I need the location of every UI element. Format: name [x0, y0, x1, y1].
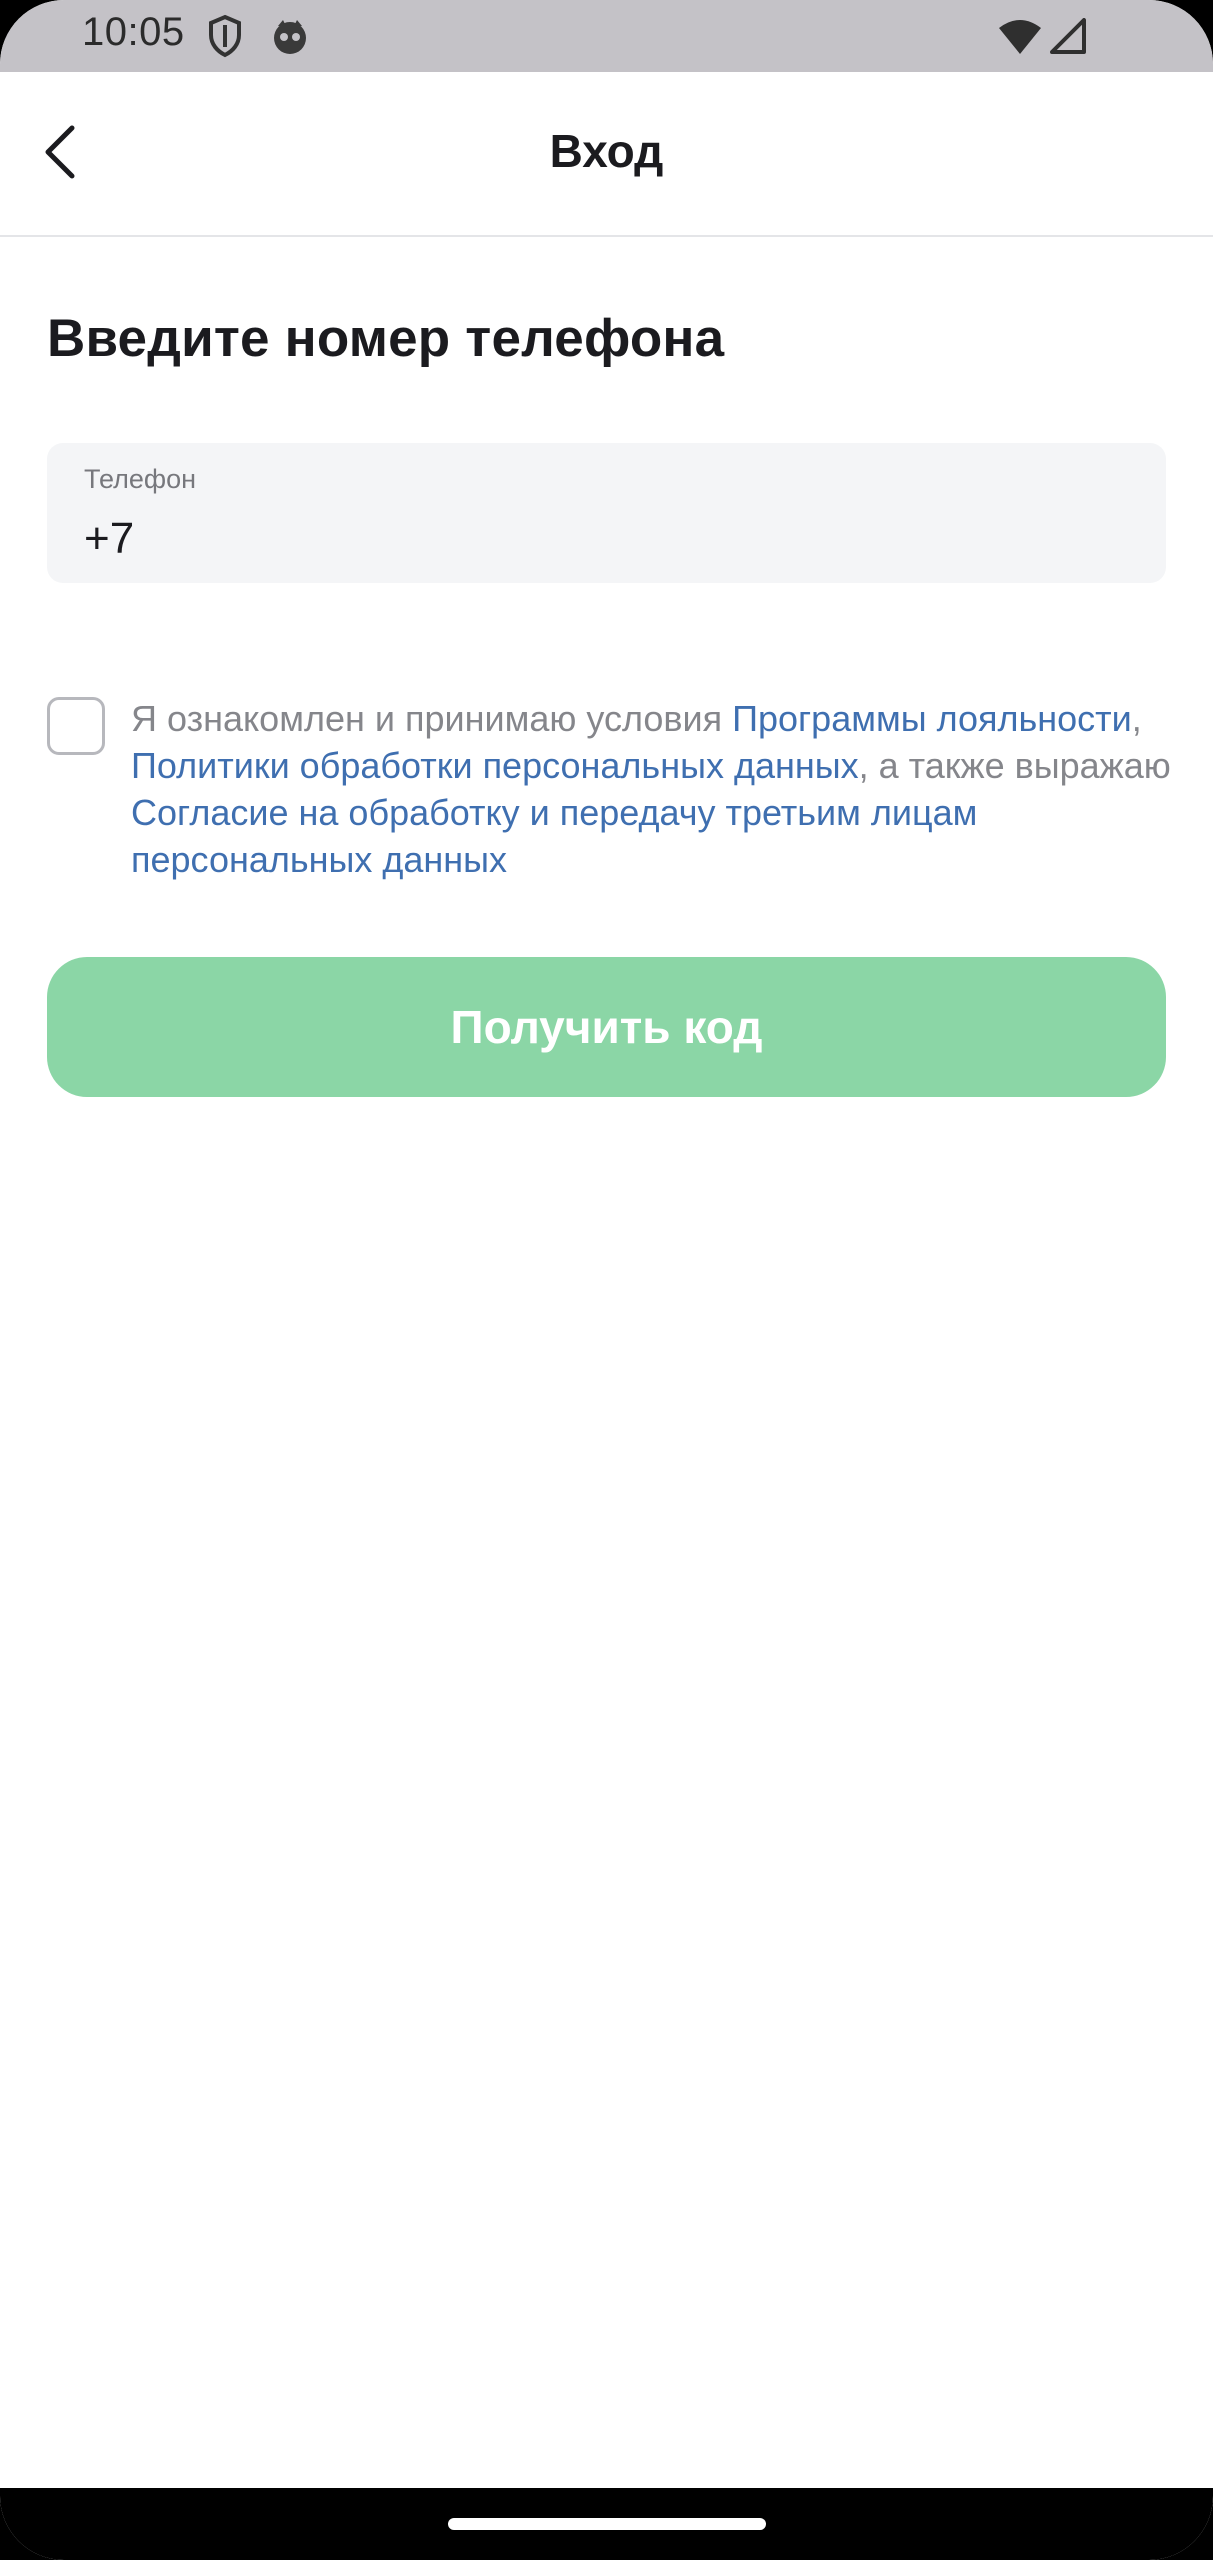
cellular-signal-icon — [1050, 18, 1086, 59]
get-code-button[interactable]: Получить код — [47, 957, 1166, 1097]
app-bar: Вход — [0, 72, 1213, 237]
status-bar: 10:05 — [0, 0, 1213, 72]
privacy-policy-link[interactable]: Политики обработки персональных данных — [131, 745, 859, 786]
app-notification-icon — [270, 16, 310, 61]
shield-icon — [207, 14, 243, 63]
phone-heading: Введите номер телефона — [47, 309, 725, 368]
loyalty-program-link[interactable]: Программы лояльности — [732, 698, 1132, 739]
navigation-bar — [0, 2488, 1213, 2560]
consent-text-part: , а также выражаю — [858, 745, 1171, 786]
consent-checkbox[interactable] — [47, 697, 105, 755]
consent-text-part: Я ознакомлен и принимаю условия — [131, 698, 733, 739]
screen: 10:05 Вход Введите номер телефона Телефо… — [0, 0, 1213, 2560]
phone-input[interactable] — [84, 511, 1124, 567]
phone-field-label: Телефон — [84, 464, 197, 494]
home-indicator[interactable] — [448, 2518, 766, 2530]
consent-text: Я ознакомлен и принимаю условия Программ… — [131, 695, 1181, 883]
phone-field[interactable]: Телефон — [47, 443, 1166, 583]
page-title: Вход — [549, 125, 664, 177]
status-time: 10:05 — [82, 10, 185, 54]
data-consent-link[interactable]: Согласие на обработку и передачу третьим… — [131, 792, 977, 880]
consent-text-part: , — [1131, 698, 1142, 739]
wifi-icon — [997, 18, 1043, 61]
